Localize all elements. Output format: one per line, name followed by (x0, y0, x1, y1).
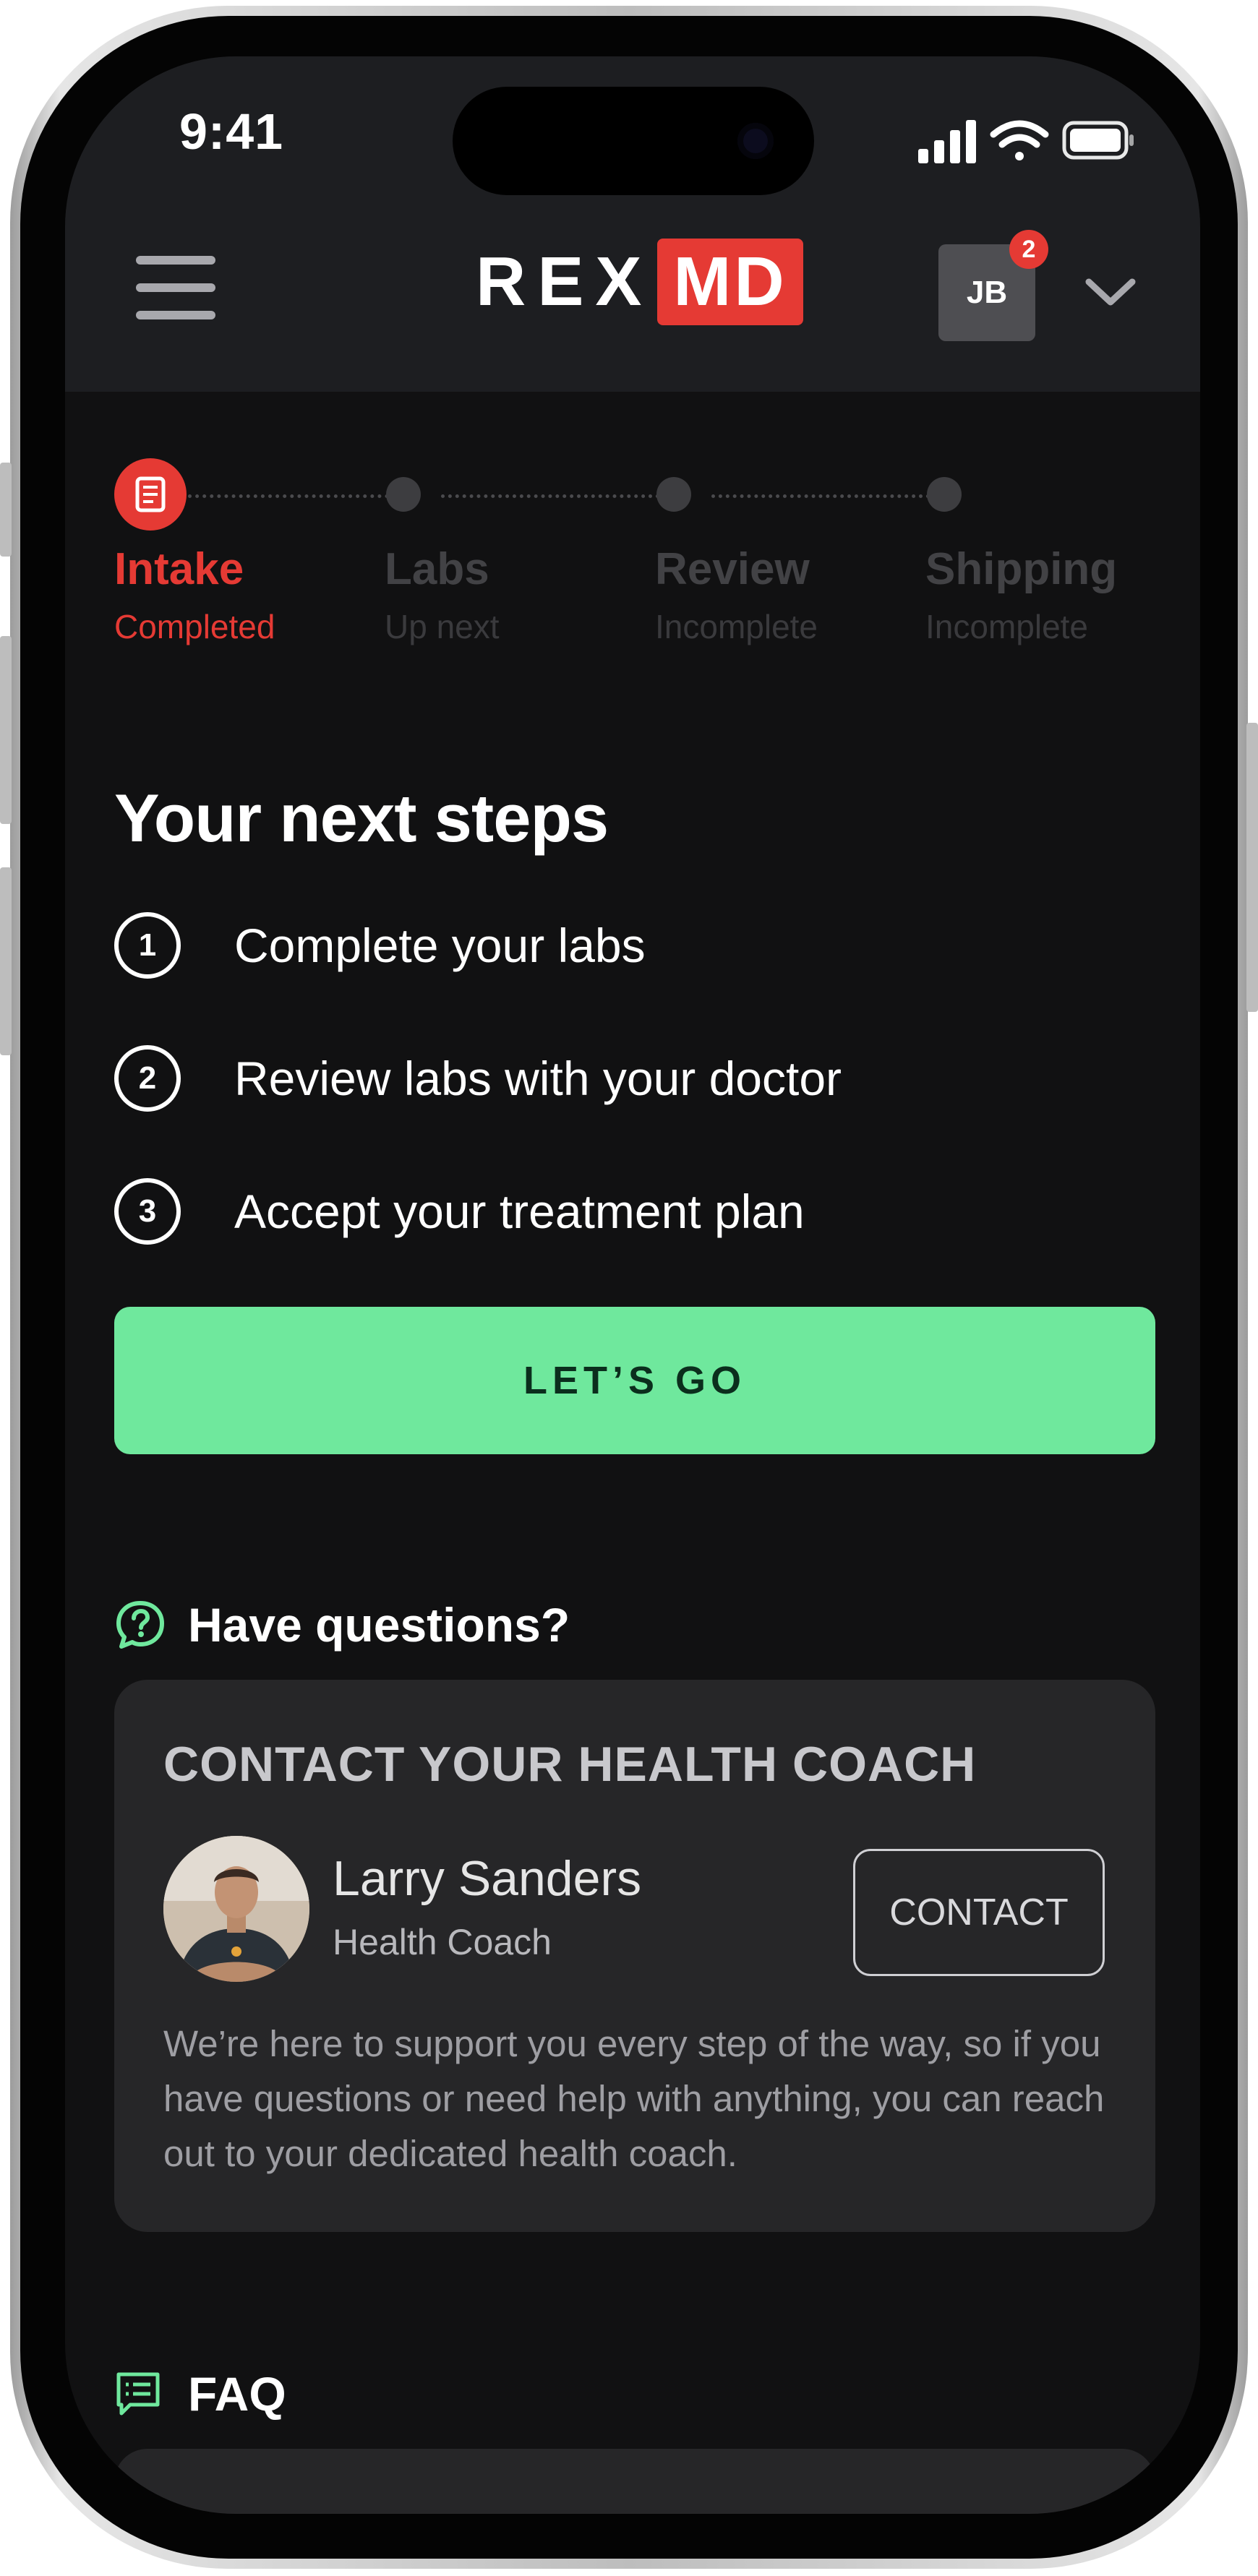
step-text: Accept your treatment plan (234, 1185, 805, 1238)
battery-icon (1062, 121, 1134, 160)
step-label-intake: Intake (114, 544, 244, 594)
power-button (1246, 723, 1258, 1012)
next-step-item: 3 Accept your treatment plan (114, 1174, 805, 1249)
faq-list-icon (116, 2372, 160, 2416)
coach-photo-image (163, 1836, 309, 1982)
step-text: Complete your labs (234, 919, 646, 972)
step-intake-icon (114, 458, 187, 531)
faq-header: FAQ (114, 2358, 286, 2430)
cellular-signal-icon (918, 120, 976, 163)
faq-card[interactable] (114, 2449, 1155, 2514)
status-icons (918, 120, 1134, 163)
brand-name-rex: REX (476, 243, 654, 320)
coach-name: Larry Sanders (333, 1851, 642, 1906)
chat-question-icon (116, 1601, 164, 1649)
next-step-item: 2 Review labs with your doctor (114, 1041, 842, 1116)
status-time: 9:41 (179, 103, 284, 160)
health-coach-card: CONTACT YOUR HEALTH COACH Larry Sanders … (114, 1680, 1155, 2232)
card-title: CONTACT YOUR HEALTH COACH (163, 1737, 977, 1792)
step-label-shipping: Shipping (925, 544, 1118, 594)
step-status-shipping: Incomplete (925, 608, 1089, 645)
volume-up-button (0, 636, 12, 824)
contact-button[interactable]: CONTACT (853, 1849, 1105, 1976)
app-screen: 9:41 REX MD JB 2 Intake Completed Labs U… (65, 56, 1200, 2514)
step-number: 3 (114, 1178, 181, 1245)
menu-icon[interactable] (136, 256, 215, 319)
progress-connector (711, 494, 944, 498)
lets-go-button[interactable]: LET’S GO (114, 1307, 1155, 1454)
step-text: Review labs with your doctor (234, 1052, 842, 1105)
coach-avatar (163, 1836, 309, 1982)
step-label-labs: Labs (385, 544, 489, 594)
progress-tracker: Intake Completed Labs Up next Review Inc… (65, 447, 1200, 664)
step-label-review: Review (655, 544, 810, 594)
step-labs-dot (386, 477, 421, 512)
progress-connector (188, 494, 403, 498)
faq-label: FAQ (188, 2367, 286, 2421)
next-step-item: 1 Complete your labs (114, 908, 646, 983)
coach-description: We’re here to support you every step of … (163, 2023, 1105, 2174)
next-steps-title: Your next steps (114, 780, 609, 856)
chevron-down-icon[interactable] (1082, 272, 1139, 312)
wifi-icon (990, 120, 1049, 160)
step-status-review: Incomplete (655, 608, 818, 645)
questions-label: Have questions? (188, 1598, 570, 1652)
camera-icon (737, 123, 774, 159)
document-icon (135, 476, 166, 512)
brand-logo: REX MD (476, 239, 803, 325)
volume-down-button (0, 867, 12, 1055)
step-status-intake: Completed (114, 608, 275, 645)
mute-switch (0, 463, 12, 557)
step-number: 2 (114, 1045, 181, 1112)
step-status-labs: Up next (385, 608, 500, 645)
app-header: REX MD JB 2 (65, 201, 1200, 392)
status-bar: 9:41 (65, 56, 1200, 201)
brand-name-md: MD (657, 239, 803, 325)
progress-connector (441, 494, 674, 498)
notification-badge: 2 (1009, 230, 1048, 269)
step-number: 1 (114, 912, 181, 979)
step-review-dot (656, 477, 691, 512)
step-shipping-dot (927, 477, 962, 512)
coach-role: Health Coach (333, 1922, 552, 1962)
questions-header: Have questions? (114, 1589, 570, 1661)
